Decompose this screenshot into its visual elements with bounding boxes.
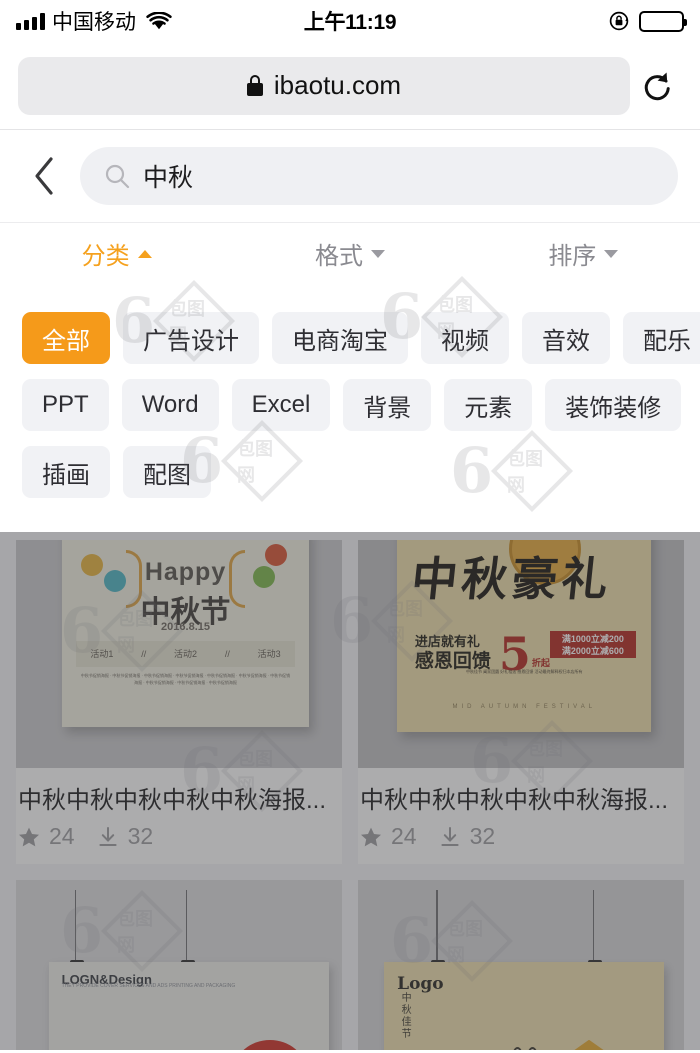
search-icon bbox=[104, 163, 130, 189]
filter-tab-sort[interactable]: 排序 bbox=[467, 223, 700, 284]
filter-tab-category-label: 分类 bbox=[81, 243, 130, 270]
browser-url-bar[interactable]: ibaotu.com bbox=[0, 42, 700, 130]
category-chip-row: 插画 配图 bbox=[22, 446, 678, 498]
category-chip-matching-img[interactable]: 配图 bbox=[123, 446, 211, 498]
chevron-up-icon bbox=[137, 249, 152, 258]
filter-tab-bar: 分类 格式 排序 bbox=[0, 222, 700, 284]
signal-bars-icon bbox=[16, 12, 45, 30]
category-chip-background[interactable]: 背景 bbox=[343, 379, 432, 431]
back-chevron-icon[interactable] bbox=[22, 150, 66, 202]
filter-tab-format[interactable]: 格式 bbox=[233, 223, 466, 284]
rotation-lock-icon bbox=[608, 10, 630, 32]
category-chip-music[interactable]: 配乐 bbox=[623, 312, 700, 364]
category-chip-ad-design[interactable]: 广告设计 bbox=[123, 312, 259, 364]
status-bar-left: 中国移动 bbox=[16, 6, 172, 36]
category-chip-ecommerce[interactable]: 电商淘宝 bbox=[272, 312, 408, 364]
status-bar: 中国移动 上午11:19 bbox=[0, 0, 700, 42]
search-results: Happy 中秋节 2016.8.15 活动1 // 活动2 // 活动3 中秋… bbox=[0, 532, 700, 1050]
category-chip-all[interactable]: 全部 bbox=[22, 312, 110, 364]
filter-tab-sort-label: 排序 bbox=[548, 243, 597, 270]
chevron-down-icon bbox=[604, 249, 619, 258]
filter-tab-category[interactable]: 分类 bbox=[0, 223, 233, 284]
url-text: ibaotu.com bbox=[273, 70, 402, 100]
reload-icon[interactable] bbox=[630, 67, 682, 105]
category-chip-group: 全部 广告设计 电商淘宝 视频 音效 配乐 PPT Word Excel 背景 … bbox=[22, 312, 700, 498]
url-field[interactable]: ibaotu.com bbox=[18, 56, 630, 115]
category-chip-illustration[interactable]: 插画 bbox=[22, 446, 110, 498]
category-chip-row: 全部 广告设计 电商淘宝 视频 音效 配乐 bbox=[22, 312, 700, 364]
search-input[interactable]: 中秋 bbox=[80, 147, 678, 205]
status-bar-right bbox=[608, 10, 687, 32]
carrier-label: 中国移动 bbox=[52, 11, 136, 34]
wifi-icon bbox=[146, 11, 172, 31]
category-chip-ppt[interactable]: PPT bbox=[22, 379, 109, 431]
category-chip-sfx[interactable]: 音效 bbox=[522, 312, 610, 364]
modal-dim-overlay[interactable] bbox=[0, 532, 700, 1050]
category-chip-decoration[interactable]: 装饰装修 bbox=[545, 379, 682, 431]
category-chip-video[interactable]: 视频 bbox=[421, 312, 509, 364]
search-value: 中秋 bbox=[143, 164, 194, 192]
category-chip-row: PPT Word Excel 背景 元素 装饰装修 bbox=[22, 379, 682, 431]
category-chip-element[interactable]: 元素 bbox=[444, 379, 533, 431]
chevron-down-icon bbox=[370, 249, 385, 258]
app-search-header: 中秋 bbox=[0, 130, 700, 222]
category-filter-panel: 全部 广告设计 电商淘宝 视频 音效 配乐 PPT Word Excel 背景 … bbox=[0, 284, 700, 532]
battery-full-icon bbox=[639, 10, 687, 32]
lock-icon bbox=[246, 75, 263, 96]
category-chip-excel[interactable]: Excel bbox=[231, 379, 331, 431]
filter-tab-format-label: 格式 bbox=[314, 243, 363, 270]
category-chip-word[interactable]: Word bbox=[121, 379, 219, 431]
